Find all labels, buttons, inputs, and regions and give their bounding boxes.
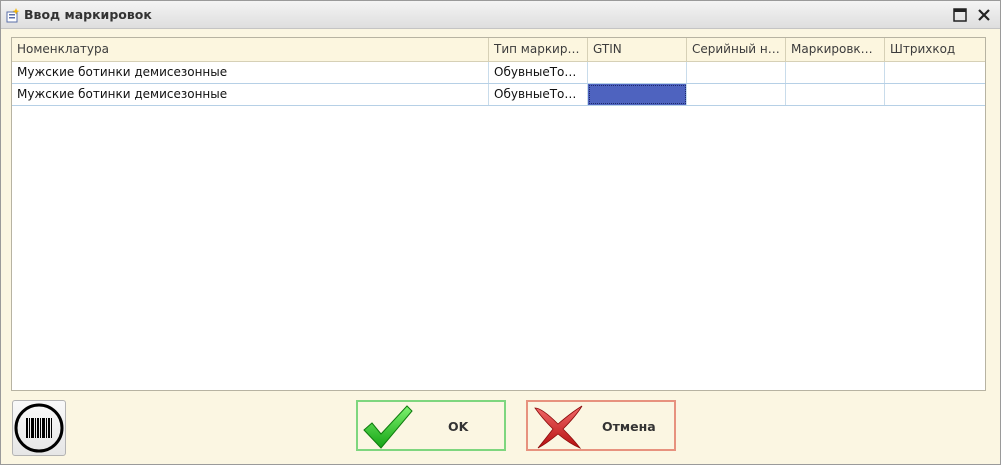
cell-marking-type[interactable]: ОбувныеТо…	[489, 62, 588, 83]
app-form-icon	[6, 8, 20, 23]
red-x-icon	[534, 405, 583, 449]
dialog-window: Ввод маркировок Номенклатура Тип маркир……	[0, 0, 1001, 465]
cell-barcode[interactable]	[885, 62, 985, 83]
table-row[interactable]: Мужские ботинки демисезонные ОбувныеТо…	[12, 84, 985, 106]
checkmark-icon	[363, 405, 413, 449]
maximize-icon[interactable]	[952, 7, 968, 23]
ok-button-label: OK	[448, 419, 469, 434]
table-row[interactable]: Мужские ботинки демисезонные ОбувныеТо…	[12, 62, 985, 84]
close-icon[interactable]	[976, 7, 992, 23]
column-header-nomenclature[interactable]: Номенклатура	[12, 38, 489, 62]
cell-serial-number[interactable]	[687, 84, 786, 105]
cell-nomenclature[interactable]: Мужские ботинки демисезонные	[12, 84, 489, 105]
column-header-marking-type[interactable]: Тип маркир…	[489, 38, 588, 62]
cell-gtin[interactable]	[588, 62, 687, 83]
scan-barcode-button[interactable]	[12, 400, 66, 456]
title-bar[interactable]: Ввод маркировок	[1, 1, 1000, 29]
cancel-button-label: Отмена	[602, 419, 656, 434]
cancel-button[interactable]: Отмена	[526, 400, 676, 451]
cell-barcode[interactable]	[885, 84, 985, 105]
table-header: Номенклатура Тип маркир… GTIN Серийный н…	[12, 38, 985, 62]
cell-marking[interactable]	[786, 62, 885, 83]
column-header-barcode[interactable]: Штрихкод	[885, 38, 985, 62]
column-header-gtin[interactable]: GTIN	[588, 38, 687, 62]
cell-gtin-selected[interactable]	[588, 84, 687, 105]
cell-nomenclature[interactable]: Мужские ботинки демисезонные	[12, 62, 489, 83]
column-header-marking[interactable]: Маркировк…	[786, 38, 885, 62]
column-header-serial-number[interactable]: Серийный н…	[687, 38, 786, 62]
barcode-scan-icon	[14, 403, 64, 453]
ok-button[interactable]: OK	[356, 400, 506, 451]
window-title: Ввод маркировок	[24, 7, 152, 22]
cell-serial-number[interactable]	[687, 62, 786, 83]
cell-marking-type[interactable]: ОбувныеТо…	[489, 84, 588, 105]
markings-table[interactable]: Номенклатура Тип маркир… GTIN Серийный н…	[11, 37, 986, 391]
cell-marking[interactable]	[786, 84, 885, 105]
